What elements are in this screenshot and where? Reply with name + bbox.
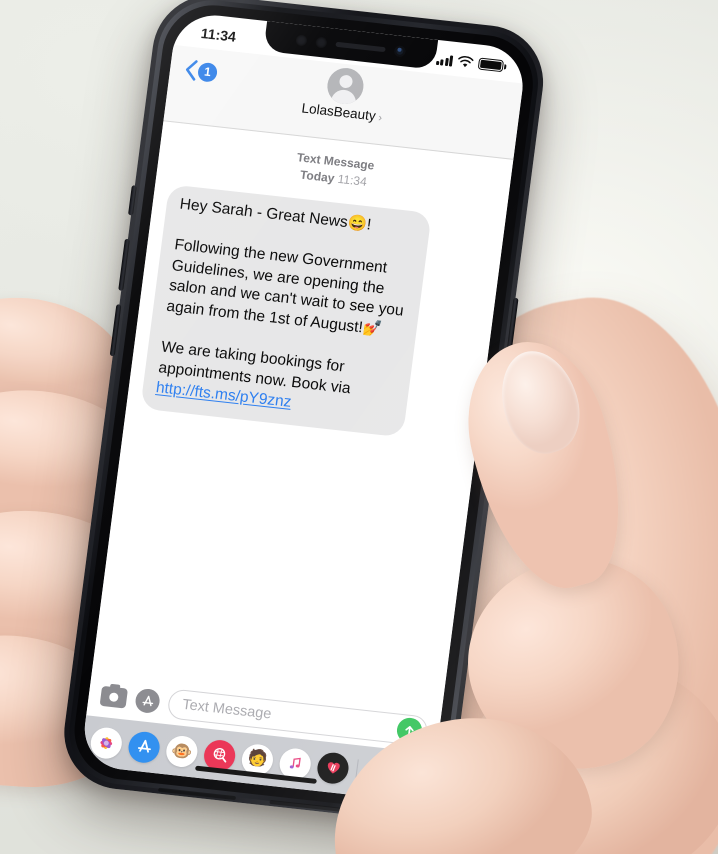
contact-name: LolasBeauty	[300, 100, 377, 124]
camera-icon[interactable]	[99, 685, 128, 709]
memoji-glyph: 🧑	[246, 749, 269, 769]
status-time: 11:34	[200, 24, 237, 45]
photos-flower-glyph	[100, 736, 113, 749]
contact-name-row: LolasBeauty ›	[301, 100, 383, 124]
earpiece-speaker	[335, 41, 386, 52]
proximity-sensor-icon	[295, 33, 308, 46]
app-store-glyph	[142, 695, 153, 706]
conversation-area: Text Message Today 11:34 Hey Sarah - Gre…	[91, 120, 514, 713]
digital-touch-icon[interactable]	[315, 750, 351, 785]
screenshot-stage: 11:34 1 LolasBeauty › Text Message Today…	[0, 0, 718, 854]
message-body: Hey Sarah - Great News😄! Following the n…	[157, 195, 409, 398]
message-day-label: Today	[299, 168, 336, 186]
chevron-right-icon: ›	[377, 111, 383, 125]
ambient-light-sensor-icon	[315, 36, 328, 49]
heart-glyph	[327, 762, 340, 774]
message-time-label: 11:34	[336, 172, 368, 190]
monkey-glyph: 🐵	[170, 740, 194, 762]
memoji-monkey-icon[interactable]: 🐵	[164, 733, 200, 769]
music-note-glyph	[289, 757, 301, 769]
avatar	[325, 66, 366, 106]
app-store-icon[interactable]	[134, 687, 162, 715]
message-bubble-incoming[interactable]: Hey Sarah - Great News😄! Following the n…	[140, 184, 432, 438]
wifi-icon	[458, 56, 474, 68]
app-store-app-icon[interactable]	[126, 729, 162, 764]
battery-icon	[477, 57, 505, 73]
photos-app-icon[interactable]	[88, 725, 124, 760]
front-camera-icon	[393, 44, 407, 57]
hash-magnifier-glyph	[213, 747, 226, 763]
cellular-signal-icon	[435, 53, 454, 67]
status-indicators	[435, 53, 505, 73]
app-store-a-glyph	[137, 739, 151, 753]
